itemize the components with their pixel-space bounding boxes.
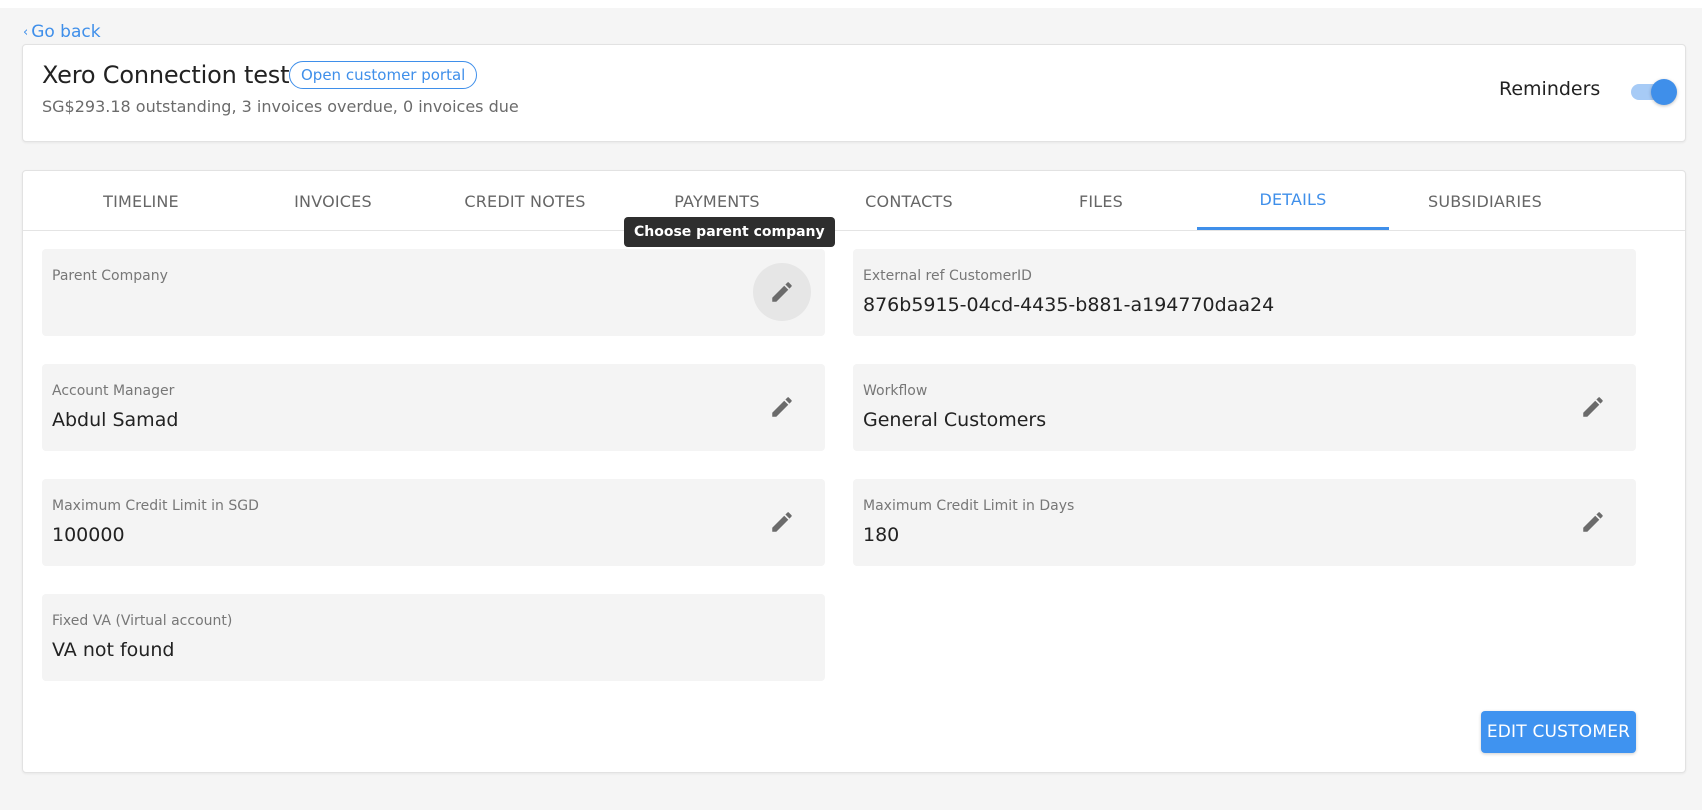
account-manager-field: Account Manager Abdul Samad xyxy=(42,364,825,451)
field-label: Maximum Credit Limit in SGD xyxy=(52,498,259,514)
toggle-knob xyxy=(1651,79,1677,105)
edit-workflow-button[interactable] xyxy=(1564,378,1622,436)
pencil-icon xyxy=(772,512,792,532)
tab-credit-notes[interactable]: CREDIT NOTES xyxy=(429,171,621,231)
edit-credit-limit-days-button[interactable] xyxy=(1564,493,1622,551)
field-value: 180 xyxy=(863,524,900,546)
edit-customer-button[interactable]: EDIT CUSTOMER xyxy=(1481,711,1636,753)
edit-credit-limit-sgd-button[interactable] xyxy=(753,493,811,551)
tab-bar: TIMELINE INVOICES CREDIT NOTES PAYMENTS … xyxy=(23,171,1685,231)
credit-limit-sgd-field: Maximum Credit Limit in SGD 100000 xyxy=(42,479,825,566)
chevron-left-icon: ‹ xyxy=(23,24,29,40)
field-label: External ref CustomerID xyxy=(863,268,1032,284)
pencil-icon xyxy=(772,397,792,417)
tab-timeline[interactable]: TIMELINE xyxy=(45,171,237,231)
edit-account-manager-button[interactable] xyxy=(753,378,811,436)
external-ref-field: External ref CustomerID 876b5915-04cd-44… xyxy=(853,249,1636,336)
field-value: 876b5915-04cd-4435-b881-a194770daa24 xyxy=(863,294,1275,316)
edit-parent-company-button[interactable] xyxy=(753,263,811,321)
customer-header-card: Xero Connection test Open customer porta… xyxy=(22,44,1686,142)
customer-summary: SG$293.18 outstanding, 3 invoices overdu… xyxy=(42,97,519,116)
credit-limit-days-field: Maximum Credit Limit in Days 180 xyxy=(853,479,1636,566)
tab-contacts[interactable]: CONTACTS xyxy=(813,171,1005,231)
go-back-link[interactable]: ‹ Go back xyxy=(23,22,101,42)
field-value: General Customers xyxy=(863,409,1047,431)
field-label: Fixed VA (Virtual account) xyxy=(52,613,233,629)
fixed-va-field: Fixed VA (Virtual account) VA not found xyxy=(42,594,825,681)
workflow-field: Workflow General Customers xyxy=(853,364,1636,451)
field-value: Abdul Samad xyxy=(52,409,179,431)
customer-name: Xero Connection test xyxy=(42,61,290,89)
field-label: Account Manager xyxy=(52,383,175,399)
choose-parent-company-tooltip: Choose parent company xyxy=(624,217,835,247)
field-label: Workflow xyxy=(863,383,928,399)
reminders-label: Reminders xyxy=(1499,78,1601,100)
tab-invoices[interactable]: INVOICES xyxy=(237,171,429,231)
field-label: Parent Company xyxy=(52,268,168,284)
field-value: 100000 xyxy=(52,524,125,546)
go-back-label: Go back xyxy=(31,22,101,42)
parent-company-field: Parent Company xyxy=(42,249,825,336)
open-customer-portal-button[interactable]: Open customer portal xyxy=(289,61,478,89)
field-value: VA not found xyxy=(52,639,175,661)
tab-details[interactable]: DETAILS xyxy=(1197,171,1389,230)
pencil-icon xyxy=(1583,512,1603,532)
field-label: Maximum Credit Limit in Days xyxy=(863,498,1075,514)
pencil-icon xyxy=(772,282,792,302)
pencil-icon xyxy=(1583,397,1603,417)
tab-subsidiaries[interactable]: SUBSIDIARIES xyxy=(1389,171,1581,231)
tab-files[interactable]: FILES xyxy=(1005,171,1197,231)
reminders-toggle[interactable] xyxy=(1631,79,1677,105)
